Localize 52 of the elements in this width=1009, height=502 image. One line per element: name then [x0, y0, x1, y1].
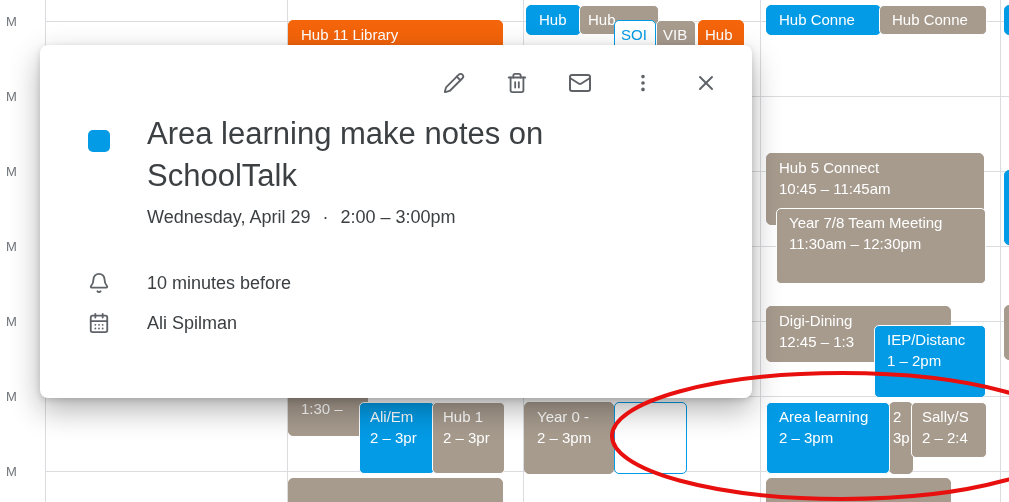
- separator: ·: [322, 207, 329, 228]
- calendar-event[interactable]: IEP/Distanc 1 – 2pm: [874, 325, 986, 398]
- event-title: Area learning: [779, 408, 869, 426]
- calendar-owner: Ali Spilman: [147, 312, 239, 334]
- calendar-icon: [88, 312, 110, 334]
- event-title: Hub 5 Connect: [779, 159, 880, 177]
- calendar-event[interactable]: Hub Conne: [879, 5, 987, 35]
- calendar-event[interactable]: Ali/Em 2 – 3pr: [359, 402, 435, 474]
- event-title: Year 0 -: [537, 408, 589, 426]
- event-title: VIB: [663, 26, 688, 44]
- event-time: 3p: [893, 429, 910, 447]
- event-title: Hub: [539, 11, 567, 29]
- event-time: 2 – 3pm: [779, 429, 834, 447]
- time-label: M: [5, 13, 18, 31]
- time-label: M: [5, 163, 18, 181]
- time-label: M: [5, 388, 18, 406]
- reminder-text: 10 minutes before: [147, 272, 293, 294]
- event-title: Hub: [588, 11, 616, 29]
- event-title: Hub 1: [443, 408, 484, 426]
- event-date: Wednesday, April 29: [147, 207, 311, 228]
- calendar-event[interactable]: Hub: [526, 5, 581, 35]
- event-title: Hub Conne: [892, 11, 968, 29]
- calendar-event[interactable]: Year 0 - 2 – 3pm: [524, 402, 614, 474]
- event-time: 1:30 –: [301, 400, 343, 418]
- event-title: Ali/Em: [370, 408, 414, 426]
- event-time: 11:30am – 12:30pm: [789, 235, 922, 253]
- time-label: M: [5, 88, 18, 106]
- calendar-event[interactable]: Hub Conne: [766, 5, 881, 35]
- event-time: 2:00 – 3:00pm: [340, 207, 456, 228]
- calendar-event[interactable]: [614, 402, 687, 474]
- calendar-event[interactable]: Sally/S 2 – 2:4: [911, 402, 987, 458]
- event-title: SOI: [621, 26, 647, 44]
- event-time: 2 – 2:4: [922, 429, 968, 447]
- calendar-event[interactable]: Hub 1 2 – 3pr: [432, 402, 505, 474]
- calendar-event[interactable]: Area learning 2 – 3pm: [766, 402, 890, 474]
- event-title: Area learning make notes on SchoolTalk: [147, 115, 545, 195]
- event-title: Sally/S: [922, 408, 969, 426]
- event-title: Hub Conne: [779, 11, 855, 29]
- event-title: 2: [893, 408, 902, 426]
- event-time: 10:45 – 11:45am: [779, 180, 891, 198]
- event-title: Digi-Dining: [779, 312, 853, 330]
- event-title: Hub 11 Library: [301, 26, 399, 44]
- event-time: 2 – 3pr: [370, 429, 417, 447]
- event-time: 2 – 3pm: [537, 429, 592, 447]
- time-label: M: [5, 463, 18, 481]
- time-label: M: [5, 238, 18, 256]
- time-label: M: [5, 313, 18, 331]
- event-time: 12:45 – 1:3: [779, 333, 855, 351]
- event-time: 2 – 3pr: [443, 429, 490, 447]
- event-title: Hub: [705, 26, 733, 44]
- calendar-event[interactable]: Year 7/8 Team Meeting 11:30am – 12:30pm: [776, 208, 986, 284]
- bell-icon: [88, 272, 110, 294]
